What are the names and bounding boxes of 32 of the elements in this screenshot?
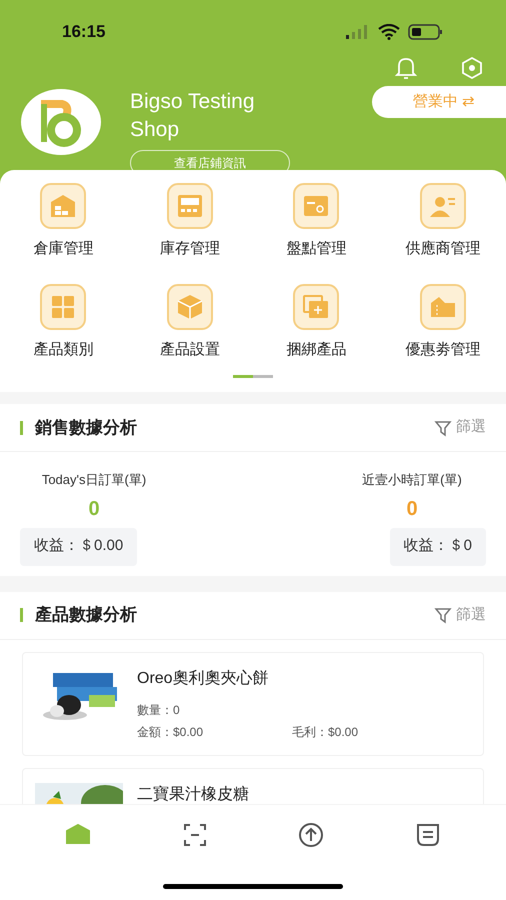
product-quantity: 數量：0 — [137, 702, 181, 718]
shop-name: Bigso Testing Shop — [130, 89, 256, 143]
menu-item[interactable]: 供應商管理 — [380, 182, 506, 260]
signal-icon — [346, 25, 370, 39]
menu-item[interactable]: 盤點管理 — [253, 182, 380, 260]
stat-label: 近壹小時訂單(單) — [362, 471, 462, 489]
menu-item[interactable]: 捆綁產品 — [253, 282, 380, 361]
section-title: 銷售數據分析 — [35, 416, 137, 439]
filter-icon — [434, 418, 452, 436]
stat-value: 0 — [88, 496, 100, 522]
stat-value: 0 — [406, 496, 418, 522]
section-title: 產品數據分析 — [35, 604, 137, 626]
product-name: 二寶果汁橡皮糖 — [137, 784, 250, 804]
status-time: 16:15 — [62, 21, 106, 44]
revenue-label: 收益：＄0 — [390, 528, 486, 566]
product-card[interactable]: Oreo奧利奧夾心餅 數量：0 金額：$0.00 毛利：$0.00 — [22, 652, 484, 756]
product-profit: 毛利：$0.00 — [292, 724, 358, 740]
section-accent — [20, 420, 23, 434]
menu-item[interactable]: 優惠劵管理 — [380, 282, 506, 361]
menu-item[interactable]: 庫存管理 — [126, 182, 253, 260]
menu-item[interactable]: 倉庫管理 — [0, 182, 126, 260]
section-accent — [20, 608, 23, 622]
product-amount: 金額：$0.00 — [137, 724, 204, 740]
menu-item[interactable]: 產品設置 — [126, 282, 253, 361]
tab-icon — [297, 820, 326, 848]
stat-label: Today's日訂單(單) — [42, 471, 146, 489]
battery-icon — [408, 24, 444, 40]
revenue-label: 收益：＄0.00 — [20, 528, 138, 566]
filter-icon — [434, 606, 452, 624]
product-name: Oreo奧利奧夾心餅 — [137, 668, 270, 688]
menu-item[interactable]: 產品類別 — [0, 282, 126, 361]
wifi-icon — [378, 24, 400, 40]
